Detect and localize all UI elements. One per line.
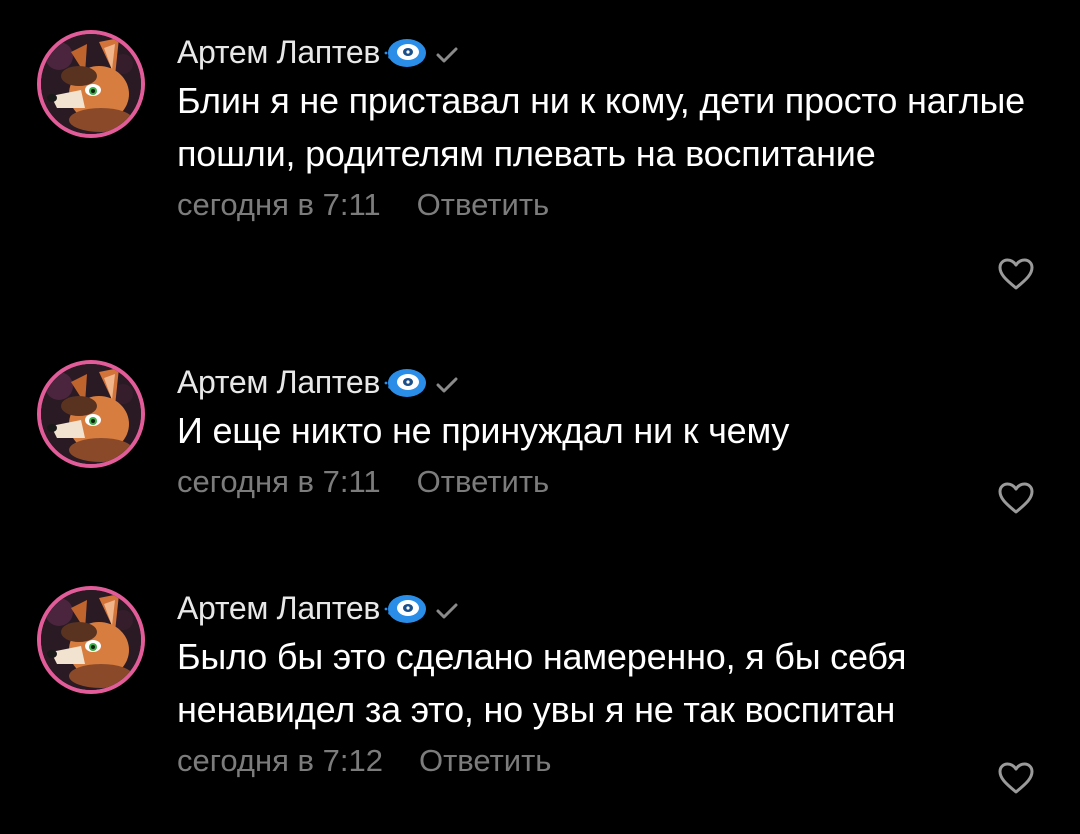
comment-text: Блин я не приставал ни к кому, дети прос…: [177, 80, 1025, 174]
blue-disc-badge-icon: [382, 592, 428, 626]
comment-text: И еще никто не принуждал ни к чему: [177, 410, 790, 451]
comment-timestamp: сегодня в 7:12: [177, 743, 383, 778]
heart-outline-icon[interactable]: [997, 481, 1035, 515]
reply-button[interactable]: Ответить: [417, 464, 550, 500]
fox-avatar-image: [41, 364, 141, 464]
comment-meta: сегодня в 7:11 Ответить: [177, 180, 1037, 230]
reply-button[interactable]: Ответить: [419, 743, 552, 779]
comment-timestamp: сегодня в 7:11: [177, 464, 381, 499]
checkmark-icon: [434, 44, 460, 66]
reply-button[interactable]: Ответить: [417, 187, 550, 223]
author-name[interactable]: Артем Лаптев: [177, 590, 380, 627]
heart-outline-icon[interactable]: [997, 257, 1035, 291]
author-row: Артем Лаптев: [177, 30, 1037, 74]
author-row: Артем Лаптев: [177, 360, 1037, 404]
author-name[interactable]: Артем Лаптев: [177, 364, 380, 401]
checkmark-icon: [434, 600, 460, 622]
avatar[interactable]: [37, 586, 145, 694]
avatar[interactable]: [37, 360, 145, 468]
author-row: Артем Лаптев: [177, 586, 1037, 630]
comment-meta: сегодня в 7:11 Ответить: [177, 457, 1037, 507]
blue-disc-badge-icon: [382, 36, 428, 70]
avatar[interactable]: [37, 30, 145, 138]
author-name[interactable]: Артем Лаптев: [177, 34, 380, 71]
comment-text: Было бы это сделано намеренно, я бы себя…: [177, 636, 907, 730]
fox-avatar-image: [41, 34, 141, 134]
fox-avatar-image: [41, 590, 141, 690]
heart-outline-icon[interactable]: [997, 761, 1035, 795]
checkmark-icon: [434, 374, 460, 396]
comment-meta: сегодня в 7:12 Ответить: [177, 736, 1037, 786]
blue-disc-badge-icon: [382, 366, 428, 400]
comment-timestamp: сегодня в 7:11: [177, 187, 381, 222]
